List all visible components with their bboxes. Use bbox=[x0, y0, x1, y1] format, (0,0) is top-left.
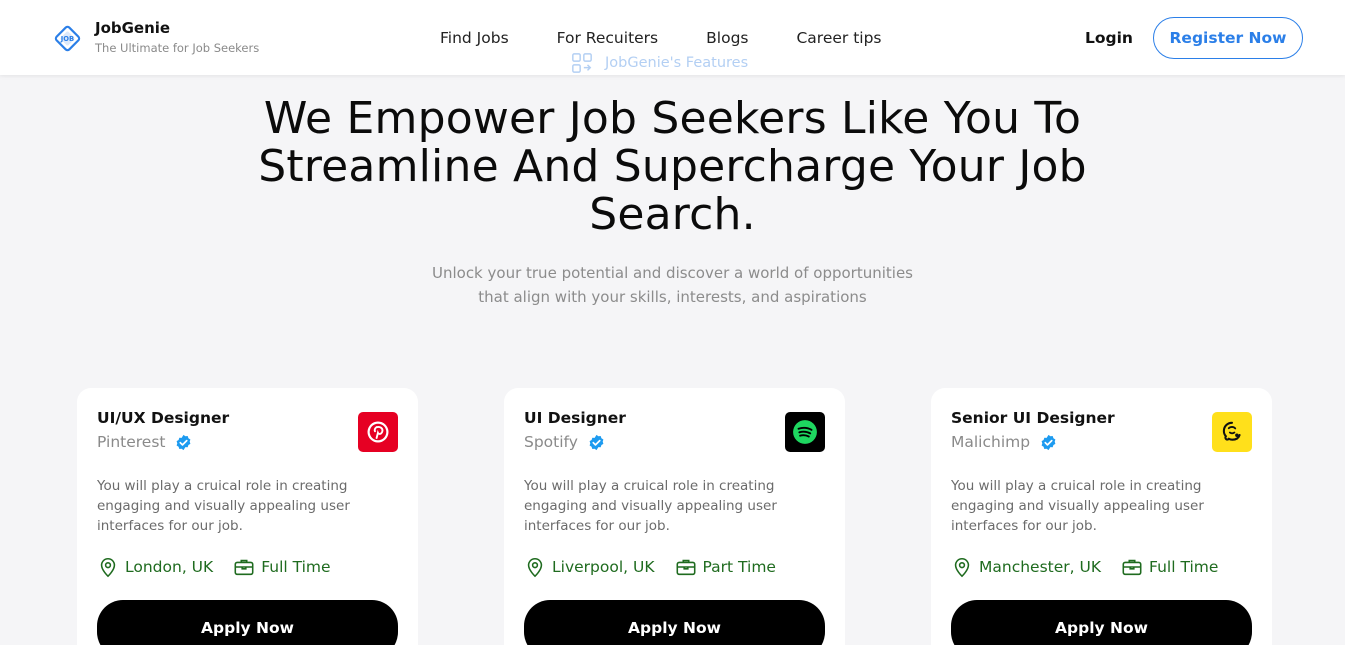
company-name: Spotify bbox=[524, 433, 578, 451]
main-nav: Find Jobs For Recuiters Blogs Career tip… bbox=[440, 28, 882, 48]
pinterest-logo-icon bbox=[358, 412, 398, 452]
briefcase-icon bbox=[676, 559, 695, 576]
hero-title: We Empower Job Seekers Like You To Strea… bbox=[0, 95, 1345, 239]
job-type-text: Full Time bbox=[1149, 558, 1219, 576]
job-card: Senior UI Designer Malichimp You will pl… bbox=[931, 388, 1272, 645]
job-card: UI/UX Designer Pinterest You will play a… bbox=[77, 388, 418, 645]
job-location: London, UK bbox=[97, 556, 213, 578]
job-description: You will play a cruical role in creating… bbox=[951, 478, 1204, 534]
job-title: UI/UX Designer bbox=[97, 409, 230, 427]
job-type-text: Full Time bbox=[261, 558, 331, 576]
nav-for-recruiters[interactable]: For Recuiters bbox=[557, 28, 658, 48]
job-title: Senior UI Designer bbox=[951, 409, 1115, 427]
apply-now-button[interactable]: Apply Now bbox=[97, 600, 398, 645]
company-name-row: Spotify bbox=[524, 433, 605, 451]
brand-name: JobGenie bbox=[95, 19, 171, 37]
job-card: UI Designer Spotify You will play a crui… bbox=[504, 388, 845, 645]
location-pin-icon bbox=[527, 557, 543, 578]
location-pin-icon bbox=[100, 557, 116, 578]
hero-title-line: We Empower Job Seekers Like You To bbox=[263, 93, 1082, 144]
company-name-row: Malichimp bbox=[951, 433, 1057, 451]
verified-badge-icon bbox=[177, 434, 191, 450]
jobgenie-logo-icon: JOB bbox=[54, 25, 81, 52]
job-description: You will play a cruical role in creating… bbox=[97, 478, 350, 534]
job-meta: London, UK Full Time bbox=[97, 556, 351, 578]
job-description: You will play a cruical role in creating… bbox=[524, 478, 777, 534]
briefcase-icon bbox=[234, 559, 254, 576]
company-name: Malichimp bbox=[951, 433, 1031, 451]
register-button[interactable]: Register Now bbox=[1153, 17, 1303, 59]
nav-blogs[interactable]: Blogs bbox=[706, 28, 748, 48]
brand-tagline: The Ultimate for Job Seekers bbox=[95, 41, 260, 55]
features-icon bbox=[572, 53, 592, 73]
features-tag: JobGenie's Features bbox=[571, 52, 748, 74]
hero-title-line: Streamline And Supercharge Your Job bbox=[258, 141, 1087, 192]
job-location-text: Manchester, UK bbox=[979, 558, 1102, 576]
job-type: Full Time bbox=[233, 556, 331, 578]
apply-now-button[interactable]: Apply Now bbox=[524, 600, 825, 645]
job-type: Part Time bbox=[675, 556, 776, 578]
svg-text:JOB: JOB bbox=[60, 35, 74, 43]
job-location-text: Liverpool, UK bbox=[552, 558, 655, 576]
brand-logo[interactable]: JOB JobGenie The Ultimate for Job Seeker… bbox=[54, 18, 259, 56]
verified-badge-icon bbox=[1041, 434, 1056, 450]
nav-career-tips[interactable]: Career tips bbox=[796, 28, 881, 48]
company-name-row: Pinterest bbox=[97, 433, 192, 451]
briefcase-icon bbox=[1122, 559, 1142, 576]
job-meta: Manchester, UK Full Time bbox=[951, 556, 1238, 578]
hero-title-line: Search. bbox=[589, 189, 756, 240]
apply-now-button[interactable]: Apply Now bbox=[951, 600, 1252, 645]
hero-subtitle: Unlock your true potential and discover … bbox=[0, 261, 1345, 309]
job-location-text: London, UK bbox=[125, 558, 214, 576]
job-title: UI Designer bbox=[524, 409, 626, 427]
nav-find-jobs[interactable]: Find Jobs bbox=[440, 28, 509, 48]
features-label: JobGenie's Features bbox=[605, 55, 749, 71]
verified-badge-icon bbox=[589, 434, 604, 450]
location-pin-icon bbox=[954, 557, 970, 578]
job-location: Liverpool, UK bbox=[524, 556, 655, 578]
job-type: Full Time bbox=[1121, 556, 1218, 578]
job-location: Manchester, UK bbox=[951, 556, 1101, 578]
hero-subtitle-line: that align with your skills, interests, … bbox=[478, 288, 867, 306]
mailchimp-logo-icon bbox=[1212, 412, 1252, 452]
spotify-logo-icon bbox=[785, 412, 825, 452]
job-meta: Liverpool, UK Part Time bbox=[524, 556, 796, 578]
login-link[interactable]: Login bbox=[1085, 28, 1133, 48]
hero-subtitle-line: Unlock your true potential and discover … bbox=[431, 264, 913, 282]
job-type-text: Part Time bbox=[702, 558, 776, 576]
company-name: Pinterest bbox=[97, 433, 166, 451]
